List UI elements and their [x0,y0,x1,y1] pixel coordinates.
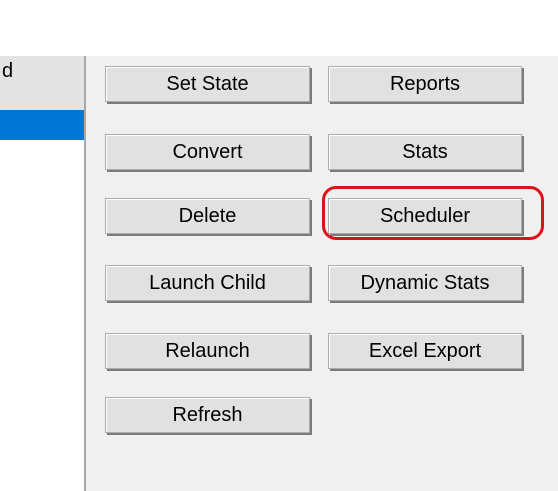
reports-button[interactable]: Reports [328,66,522,102]
launch-child-button[interactable]: Launch Child [105,265,310,301]
stats-button[interactable]: Stats [328,134,522,170]
delete-button[interactable]: Delete [105,198,310,234]
item-list[interactable]: d [0,56,86,491]
refresh-button[interactable]: Refresh [105,397,310,433]
set-state-button[interactable]: Set State [105,66,310,102]
list-item-selected[interactable] [0,110,84,140]
scheduler-button[interactable]: Scheduler [328,198,522,234]
excel-export-button[interactable]: Excel Export [328,333,522,369]
list-column-header-label: d [2,60,14,82]
relaunch-button[interactable]: Relaunch [105,333,310,369]
dynamic-stats-button[interactable]: Dynamic Stats [328,265,522,301]
convert-button[interactable]: Convert [105,134,310,170]
list-column-header[interactable]: d [0,56,84,111]
